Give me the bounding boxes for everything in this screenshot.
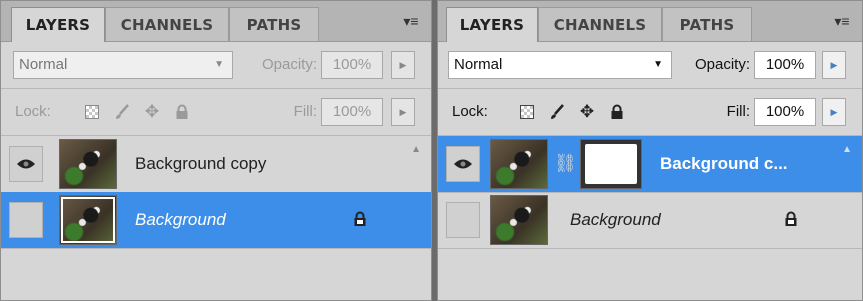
opacity-label: Opacity: — [694, 56, 750, 73]
layer-name[interactable]: Background c... — [660, 136, 788, 192]
fill-input[interactable]: 100% — [754, 98, 816, 126]
fill-input[interactable]: 100% — [321, 98, 383, 126]
layers-panel-left: LAYERS CHANNELS PATHS ▾≡ Normal ▼ Opacit… — [0, 0, 432, 301]
panel-menu-icon[interactable]: ▾≡ — [399, 11, 423, 31]
opacity-input[interactable]: 100% — [321, 51, 383, 79]
lock-transparent-pixels-icon[interactable] — [83, 103, 101, 121]
layer-row[interactable]: Background — [438, 192, 862, 249]
fill-slider-arrow-icon[interactable]: ▶ — [391, 98, 415, 126]
blend-mode-select[interactable]: Normal ▼ — [448, 51, 672, 79]
layer-name[interactable]: Background copy — [135, 136, 266, 192]
tab-layers[interactable]: LAYERS — [11, 7, 105, 42]
tab-paths[interactable]: PATHS — [662, 7, 752, 41]
eye-icon — [454, 159, 472, 169]
opacity-slider-arrow-icon[interactable]: ▶ — [391, 51, 415, 79]
lock-icon — [353, 211, 367, 227]
layers-panel-right: LAYERS CHANNELS PATHS ▾≡ Normal ▼ Opacit… — [437, 0, 863, 301]
visibility-toggle[interactable] — [9, 146, 43, 182]
layer-thumbnail — [59, 195, 117, 245]
scroll-up-icon[interactable]: ▲ — [842, 144, 852, 155]
mask-link-icon[interactable]: ⛓ — [554, 152, 577, 174]
visibility-toggle[interactable] — [9, 202, 43, 238]
layer-thumbnail — [59, 139, 117, 189]
tab-paths[interactable]: PATHS — [229, 7, 319, 41]
lock-label: Lock: — [452, 103, 488, 120]
lock-position-icon[interactable]: ✥ — [143, 102, 161, 121]
opacity-input[interactable]: 100% — [754, 51, 816, 79]
lock-position-icon[interactable]: ✥ — [578, 102, 596, 121]
lock-all-icon[interactable] — [608, 103, 626, 121]
visibility-toggle[interactable] — [446, 202, 480, 238]
layer-row[interactable]: Background copy ▲ — [1, 136, 431, 193]
panel-menu-icon[interactable]: ▾≡ — [830, 11, 854, 31]
layer-thumbnail — [490, 139, 548, 189]
fill-slider-arrow-icon[interactable]: ▶ — [822, 98, 846, 126]
eye-icon — [17, 159, 35, 169]
blend-mode-select[interactable]: Normal ▼ — [13, 51, 233, 79]
lock-icon — [784, 211, 798, 227]
lock-image-pixels-icon[interactable] — [113, 103, 131, 121]
layer-thumbnail — [490, 195, 548, 245]
chevron-down-icon: ▼ — [653, 59, 663, 70]
lock-transparent-pixels-icon[interactable] — [518, 103, 536, 121]
layer-row[interactable]: Background — [1, 192, 431, 249]
tab-channels[interactable]: CHANNELS — [105, 7, 229, 41]
lock-image-pixels-icon[interactable] — [548, 103, 566, 121]
layers-list: ⛓ Background c... ▲ Background — [438, 136, 862, 300]
lock-all-icon[interactable] — [173, 103, 191, 121]
lock-row: Lock: ✥ Fill: 100% ▶ — [438, 89, 862, 136]
layers-list: Background copy ▲ Background — [1, 136, 431, 300]
layer-row[interactable]: ⛓ Background c... ▲ — [438, 136, 862, 193]
panel-tab-bar: LAYERS CHANNELS PATHS ▾≡ — [438, 1, 862, 42]
panel-tab-bar: LAYERS CHANNELS PATHS ▾≡ — [1, 1, 431, 42]
layer-name[interactable]: Background — [135, 192, 226, 248]
blend-row: Normal ▼ Opacity: 100% ▶ — [438, 42, 862, 89]
scroll-up-icon[interactable]: ▲ — [411, 144, 421, 155]
opacity-slider-arrow-icon[interactable]: ▶ — [822, 51, 846, 79]
tab-layers[interactable]: LAYERS — [446, 7, 538, 42]
tab-channels[interactable]: CHANNELS — [538, 7, 662, 41]
blend-row: Normal ▼ Opacity: 100% ▶ — [1, 42, 431, 89]
lock-label: Lock: — [15, 103, 51, 120]
opacity-label: Opacity: — [261, 56, 317, 73]
fill-label: Fill: — [726, 103, 750, 120]
layer-mask-thumbnail[interactable] — [580, 139, 642, 189]
layer-name[interactable]: Background — [570, 192, 661, 248]
blend-mode-value: Normal — [454, 56, 503, 73]
fill-label: Fill: — [293, 103, 317, 120]
lock-row: Lock: ✥ Fill: 100% ▶ — [1, 89, 431, 136]
chevron-down-icon: ▼ — [214, 59, 224, 70]
visibility-toggle[interactable] — [446, 146, 480, 182]
blend-mode-value: Normal — [19, 56, 68, 73]
